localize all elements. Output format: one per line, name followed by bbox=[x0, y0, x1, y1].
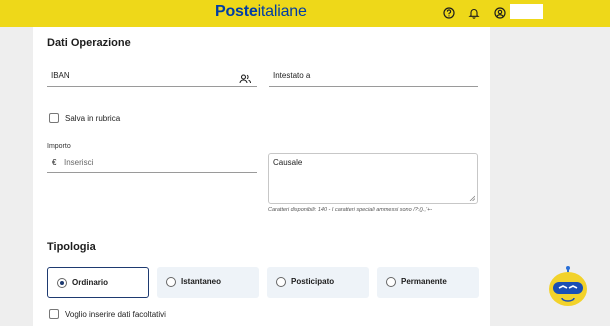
top-bar: Posteitaliane bbox=[0, 0, 610, 27]
iban-field[interactable]: IBAN bbox=[47, 67, 257, 87]
contacts-icon[interactable] bbox=[239, 71, 251, 89]
resize-grip-icon[interactable] bbox=[469, 195, 475, 201]
optional-data-checkbox[interactable] bbox=[49, 309, 59, 319]
option-posticipato[interactable]: Posticipato bbox=[267, 267, 369, 298]
iban-label: IBAN bbox=[51, 71, 70, 80]
euro-symbol: € bbox=[52, 158, 57, 167]
option-label-posticipato: Posticipato bbox=[291, 277, 335, 286]
causale-label: Causale bbox=[273, 158, 303, 167]
option-permanente[interactable]: Permanente bbox=[377, 267, 479, 298]
option-label-permanente: Permanente bbox=[401, 277, 447, 286]
bell-icon[interactable] bbox=[467, 6, 481, 20]
radio-istantaneo[interactable] bbox=[166, 277, 176, 287]
causale-textarea[interactable]: Causale bbox=[268, 153, 478, 204]
causale-note: Caratteri disponibili: 140 - I caratteri… bbox=[268, 207, 433, 213]
logo-text-bold: Poste bbox=[215, 3, 258, 20]
assistant-mascot-icon[interactable] bbox=[548, 265, 588, 307]
section-title-dati-operazione: Dati Operazione bbox=[47, 37, 131, 49]
amount-placeholder: Inserisci bbox=[64, 158, 94, 167]
save-rubrica-label: Salva in rubrica bbox=[65, 114, 121, 123]
intestato-label: Intestato a bbox=[273, 71, 311, 80]
option-label-istantaneo: Istantaneo bbox=[181, 277, 222, 286]
user-icon[interactable] bbox=[493, 6, 507, 20]
option-istantaneo[interactable]: Istantaneo bbox=[157, 267, 259, 298]
optional-data-label: Voglio inserire dati facoltativi bbox=[65, 310, 166, 319]
option-label-ordinario: Ordinario bbox=[72, 278, 109, 287]
logo-text-regular: italiane bbox=[257, 3, 307, 20]
help-icon[interactable] bbox=[442, 6, 456, 20]
importo-label: Importo bbox=[47, 143, 71, 150]
radio-ordinario[interactable] bbox=[57, 278, 67, 288]
radio-permanente[interactable] bbox=[386, 277, 396, 287]
user-name-redacted[interactable] bbox=[510, 4, 543, 19]
radio-posticipato[interactable] bbox=[276, 277, 286, 287]
poste-italiane-logo[interactable]: Posteitaliane bbox=[215, 3, 307, 21]
intestato-field[interactable]: Intestato a bbox=[269, 67, 478, 87]
section-title-tipologia: Tipologia bbox=[47, 241, 96, 253]
option-ordinario[interactable]: Ordinario bbox=[47, 267, 149, 298]
save-rubrica-checkbox[interactable] bbox=[49, 113, 59, 123]
